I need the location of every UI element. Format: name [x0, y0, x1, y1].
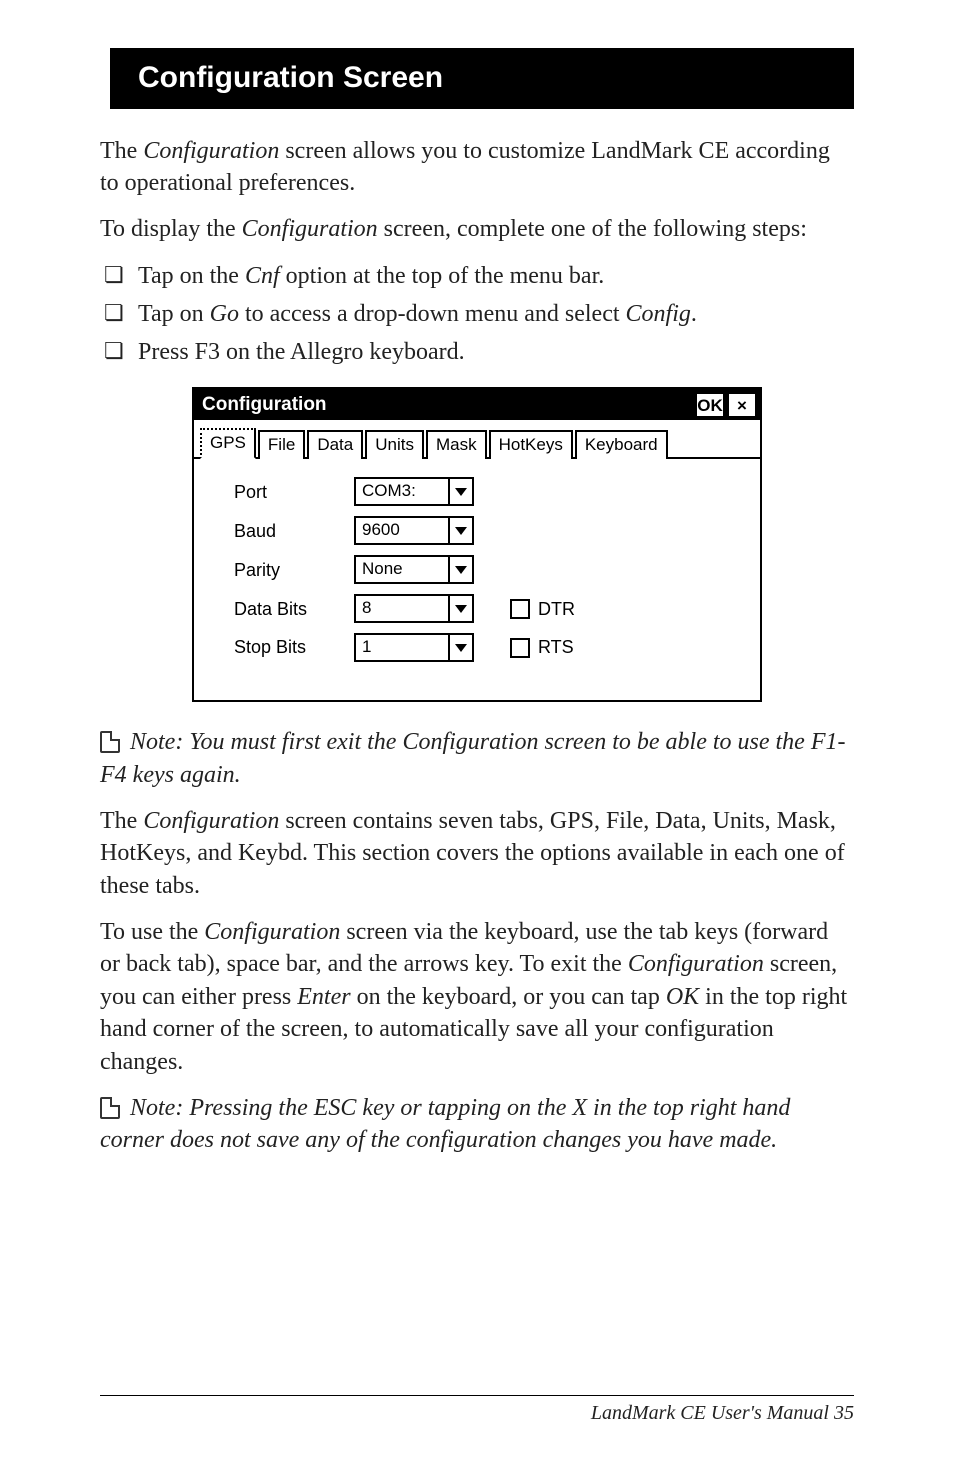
text: on the keyboard, or you can tap	[351, 984, 666, 1010]
tab-units[interactable]: Units	[365, 430, 424, 459]
chevron-down-icon[interactable]	[448, 557, 472, 582]
section-heading: Configuration Screen	[110, 48, 854, 109]
label-databits: Data Bits	[234, 597, 354, 621]
paragraph-keyboard: To use the Configuration screen via the …	[100, 916, 854, 1078]
list-item: Press F3 on the Allegro keyboard.	[104, 336, 854, 368]
text: To use the	[100, 919, 204, 945]
stopbits-value: 1	[356, 635, 448, 660]
chevron-down-icon[interactable]	[448, 479, 472, 504]
term-configuration: Configuration	[143, 808, 279, 834]
label-baud: Baud	[234, 519, 354, 543]
gps-tab-body: Port COM3: Baud 9600 Parity	[194, 459, 760, 700]
tab-hotkeys[interactable]: HotKeys	[489, 430, 573, 459]
chevron-down-icon[interactable]	[448, 596, 472, 621]
note-1: Note: You must first exit the Configurat…	[100, 726, 854, 791]
chevron-down-icon[interactable]	[448, 635, 472, 660]
text: screen, complete one of the following st…	[378, 216, 807, 242]
close-button[interactable]: ×	[728, 393, 756, 417]
text: .	[691, 301, 697, 327]
window-title: Configuration	[202, 392, 327, 418]
label-stopbits: Stop Bits	[234, 635, 354, 659]
tab-gps[interactable]: GPS	[200, 428, 256, 459]
text: option at the top of the menu bar.	[280, 263, 605, 289]
dtr-checkbox[interactable]: DTR	[510, 597, 575, 621]
tab-mask[interactable]: Mask	[426, 430, 487, 459]
databits-value: 8	[356, 596, 448, 621]
text: Tap on	[138, 301, 210, 327]
term-configuration: Configuration	[204, 919, 340, 945]
text: Tap on the	[138, 263, 245, 289]
rts-label: RTS	[538, 635, 574, 659]
row-stopbits: Stop Bits 1 RTS	[234, 633, 742, 662]
text: to access a drop-down menu and select	[239, 301, 626, 327]
term-configuration: Configuration	[143, 138, 279, 164]
footer-text: LandMark CE User's Manual 35	[591, 1402, 854, 1424]
term-configuration: Configuration	[628, 951, 764, 977]
tab-keyboard[interactable]: Keyboard	[575, 430, 668, 459]
term-ok: OK	[666, 984, 699, 1010]
note-2: Note: Pressing the ESC key or tapping on…	[100, 1092, 854, 1157]
baud-value: 9600	[356, 518, 448, 543]
note-text: Note: Pressing the ESC key or tapping on…	[100, 1095, 790, 1153]
port-select[interactable]: COM3:	[354, 477, 474, 506]
intro-paragraph-2: To display the Configuration screen, com…	[100, 213, 854, 245]
term-configuration: Configuration	[242, 216, 378, 242]
note-icon	[100, 731, 120, 753]
parity-value: None	[356, 557, 448, 582]
text: The	[100, 808, 143, 834]
tab-strip: GPS File Data Units Mask HotKeys Keyboar…	[194, 420, 760, 459]
embedded-screenshot: Configuration OK × GPS File Data Units M…	[100, 387, 854, 702]
tab-file[interactable]: File	[258, 430, 305, 459]
chevron-down-icon[interactable]	[448, 518, 472, 543]
tab-data[interactable]: Data	[307, 430, 363, 459]
row-port: Port COM3:	[234, 477, 742, 506]
text: To display the	[100, 216, 242, 242]
label-parity: Parity	[234, 558, 354, 582]
list-item: Tap on Go to access a drop-down menu and…	[104, 298, 854, 330]
configuration-window: Configuration OK × GPS File Data Units M…	[192, 387, 762, 702]
dtr-label: DTR	[538, 597, 575, 621]
row-databits: Data Bits 8 DTR	[234, 594, 742, 623]
term-config: Config	[626, 301, 691, 327]
term-enter: Enter	[297, 984, 350, 1010]
note-icon	[100, 1097, 120, 1119]
intro-paragraph-1: The Configuration screen allows you to c…	[100, 135, 854, 200]
text: The	[100, 138, 143, 164]
baud-select[interactable]: 9600	[354, 516, 474, 545]
parity-select[interactable]: None	[354, 555, 474, 584]
paragraph-tabs: The Configuration screen contains seven …	[100, 805, 854, 902]
checkbox-box	[510, 599, 530, 619]
checkbox-box	[510, 638, 530, 658]
note-text: Note: You must first exit the Configurat…	[100, 729, 846, 787]
term-go: Go	[210, 301, 239, 327]
row-baud: Baud 9600	[234, 516, 742, 545]
databits-select[interactable]: 8	[354, 594, 474, 623]
window-titlebar: Configuration OK ×	[194, 389, 760, 421]
list-item: Tap on the Cnf option at the top of the …	[104, 260, 854, 292]
row-parity: Parity None	[234, 555, 742, 584]
stopbits-select[interactable]: 1	[354, 633, 474, 662]
steps-list: Tap on the Cnf option at the top of the …	[104, 260, 854, 369]
label-port: Port	[234, 480, 354, 504]
term-cnf: Cnf	[245, 263, 280, 289]
page-footer: LandMark CE User's Manual 35	[100, 1395, 854, 1427]
ok-button[interactable]: OK	[696, 393, 724, 417]
port-value: COM3:	[356, 479, 448, 504]
rts-checkbox[interactable]: RTS	[510, 635, 574, 659]
